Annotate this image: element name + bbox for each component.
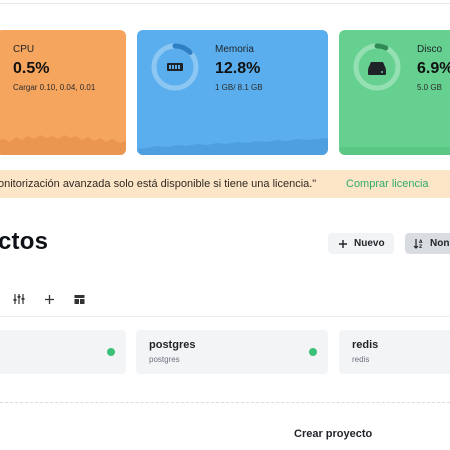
license-banner: onitorización avanzada solo está disponi…: [0, 170, 450, 198]
create-project-button[interactable]: Crear proyecto: [294, 428, 372, 440]
cpu-card[interactable]: CPU 0.5% Cargar 0.10, 0.04, 0.01: [0, 30, 126, 155]
disk-value: 6.9%: [417, 60, 450, 77]
disk-gauge: [353, 43, 401, 91]
memory-usage: 1 GB/ 8.1 GB: [215, 83, 263, 92]
sort-button[interactable]: A Z Non: [405, 233, 450, 254]
view-toolbar: [12, 292, 86, 306]
filter-sliders-icon[interactable]: [12, 292, 26, 306]
memory-value: 12.8%: [215, 60, 261, 77]
disk-usage: 5.0 GB: [417, 83, 442, 92]
project-card-postgres[interactable]: postgres postgres: [136, 330, 328, 374]
project-card[interactable]: [0, 330, 126, 374]
layout-icon[interactable]: [72, 292, 86, 306]
divider: [0, 316, 450, 317]
cpu-load: Cargar 0.10, 0.04, 0.01: [13, 83, 96, 92]
new-button-label: Nuevo: [354, 238, 385, 249]
sort-button-label: Non: [430, 238, 450, 249]
cpu-sparkline: [0, 135, 126, 155]
hard-drive-icon: [368, 62, 386, 75]
sort-az-icon: A Z: [413, 239, 423, 249]
project-card-redis[interactable]: redis redis: [339, 330, 450, 374]
create-project-border: [0, 402, 450, 403]
memory-label: Memoria: [215, 44, 254, 55]
new-project-button[interactable]: Nuevo: [328, 233, 394, 254]
disk-label: Disco: [417, 44, 443, 55]
disk-card[interactable]: Disco 6.9% 5.0 GB: [339, 30, 450, 155]
top-divider: [0, 0, 450, 4]
plus-icon[interactable]: [42, 292, 56, 306]
cpu-label: CPU: [13, 44, 35, 55]
memory-chip-icon: [167, 63, 183, 71]
memory-gauge: [151, 43, 199, 91]
cpu-value: 0.5%: [13, 60, 50, 77]
buy-license-link[interactable]: Comprar licencia: [346, 170, 429, 198]
disk-sparkline: [339, 147, 450, 155]
project-subtitle: redis: [352, 355, 370, 364]
status-dot: [309, 348, 317, 356]
memory-card[interactable]: Memoria 12.8% 1 GB/ 8.1 GB: [137, 30, 328, 155]
project-subtitle: postgres: [149, 355, 180, 364]
page-title: ctos: [0, 228, 49, 255]
banner-message: onitorización avanzada solo está disponi…: [0, 178, 317, 190]
plus-icon: [339, 239, 347, 248]
memory-sparkline: [137, 138, 328, 155]
status-dot: [107, 348, 115, 356]
project-name: redis: [352, 339, 379, 351]
project-name: postgres: [149, 339, 196, 351]
